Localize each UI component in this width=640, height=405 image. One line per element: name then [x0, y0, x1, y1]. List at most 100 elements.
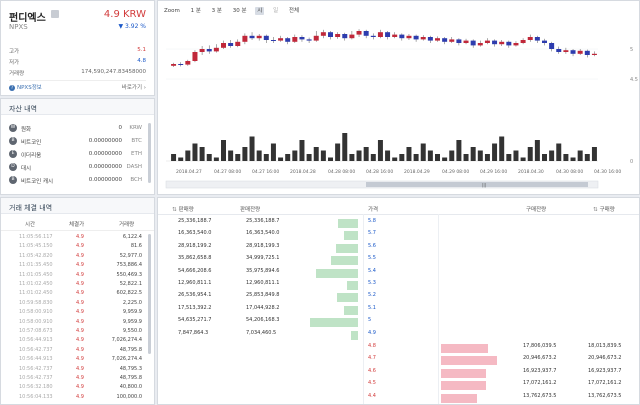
ask-row[interactable]: 26,536,954.1 25,853,849.8 5.2 [158, 292, 639, 304]
trade-qty: 550,469.3 [116, 271, 142, 278]
volume-bar [463, 154, 469, 161]
volume-bar [413, 154, 419, 161]
candle-body [506, 41, 512, 46]
trade-row: 11:01:02.450 4.9 602,822.5 [5, 290, 142, 300]
volume-bar [278, 157, 284, 161]
ask-depth-bar [351, 330, 358, 340]
ask-row[interactable]: 12,960,811.1 12,960,811.1 5.3 [158, 280, 639, 292]
volume-bar [221, 140, 226, 161]
ask-depth-bar [347, 281, 358, 290]
trade-qty: 9,959.9 [122, 309, 142, 316]
x-tick-label: 2018.04.29 [404, 169, 430, 175]
y-tick-label: 5 [630, 47, 633, 53]
candle-body [249, 35, 255, 39]
candle-body [242, 35, 248, 42]
assets-scrollbar[interactable] [148, 123, 151, 183]
ask-price: 5.6 [368, 242, 376, 249]
ask-price: 5.2 [368, 292, 376, 299]
ask-row[interactable]: 7,847,864.3 7,034,460.5 4.9 [158, 330, 639, 342]
candle-body [356, 31, 362, 35]
ask-remain: 25,336,188.7 [246, 218, 280, 224]
asset-amount: 0 [118, 125, 123, 131]
candle-body [306, 39, 312, 41]
volume-bar [520, 157, 526, 161]
trades-scrollbar[interactable] [148, 234, 151, 354]
y-tick-label: 0 [630, 159, 633, 165]
candle-body [577, 50, 583, 54]
coin-icon: W [9, 124, 17, 132]
trade-price: 4.9 [76, 384, 84, 391]
trade-row: 11:01:05.450 4.9 550,469.3 [5, 272, 142, 282]
bid-price: 4.8 [368, 343, 376, 349]
coin-price: 4.9 KRW [103, 9, 146, 20]
volume-bar [577, 150, 583, 161]
trade-time: 10:56:44.913 [19, 337, 53, 344]
volume-bar [270, 143, 276, 161]
volume-bar [499, 136, 505, 161]
candle-body [335, 34, 341, 37]
ask-remain: 16,363,540.0 [246, 230, 280, 237]
ask-depth-bar [331, 256, 358, 266]
ask-row[interactable]: 35,862,658.8 34,999,725.1 5.5 [158, 255, 639, 267]
ask-qty: 16,363,540.0 [178, 230, 212, 237]
sort-icon[interactable]: ⇅ [593, 207, 598, 213]
volume-bar [328, 157, 333, 161]
x-tick-label: 04.30 16:00 [594, 169, 621, 175]
shortcut-link[interactable]: 바로가기 › [122, 83, 146, 91]
ask-price: 4.9 [368, 329, 376, 336]
trade-history-panel: 거래 체결 내역 시간 체결가 거래량 11:05:56.117 4.9 6,122… [0, 197, 155, 405]
chart-scroll-thumb[interactable] [366, 182, 588, 187]
ask-row[interactable]: 28,918,199.2 28,918,199.3 5.6 [158, 243, 639, 255]
bid-row[interactable]: 4.4 13,762,673.5 13,762,673.5 [158, 392, 639, 404]
bid-row[interactable]: 4.6 16,923,937.7 16,923,937.7 [158, 368, 639, 380]
ask-row[interactable]: 25,336,188.7 25,336,188.7 5.8 [158, 218, 639, 230]
low-value: 4.8 [137, 58, 146, 64]
trade-qty: 6,122.4 [122, 234, 142, 240]
asset-unit: ETH [131, 151, 142, 157]
candle-body [549, 43, 555, 49]
x-tick-label: 2018.04.30 [518, 169, 544, 175]
candle-body [228, 43, 234, 46]
exchange-screen: 펀디엑스 NPXS 4.9 KRW ▼ 3.92 % 고가 5.1 저가 4.8… [0, 0, 640, 405]
bid-row[interactable]: 4.5 17,072,161.2 17,072,161.2 [158, 380, 639, 392]
candle-body [342, 34, 348, 39]
favorite-icon[interactable] [51, 10, 59, 18]
volume-bar [392, 157, 398, 161]
ask-remain: 35,975,894.6 [246, 267, 280, 274]
coin-info-link[interactable]: ? NPXS정보 [9, 83, 42, 91]
bid-row[interactable]: 4.8 17,806,039.5 18,013,839.5 [158, 343, 639, 355]
candlestick-chart[interactable]: 5 4.5 0 2018.04.27 04.27 08:00 04.27 16:00 201… [158, 1, 640, 196]
bid-depth-bar [441, 393, 477, 403]
trade-time: 11:01:05.450 [19, 271, 53, 278]
trade-time: 10:56:42.737 [19, 346, 53, 353]
ask-price: 5.1 [368, 304, 376, 311]
candle-body [278, 38, 284, 41]
ask-depth-bar [338, 219, 358, 228]
ask-row[interactable]: 17,513,392.2 17,044,928.2 5.1 [158, 305, 639, 317]
bid-qty: 16,923,937.7 [588, 367, 622, 374]
bid-qty: 13,762,673.5 [588, 392, 622, 399]
candle-body [513, 43, 519, 46]
volume-bar [456, 140, 462, 161]
ask-row[interactable]: 54,635,271.7 54,206,168.3 5 [158, 317, 639, 329]
bid-row[interactable]: 4.7 20,946,673.2 20,946,673.2 [158, 355, 639, 367]
volume-bar [342, 133, 348, 161]
col-time-header: 시간 [25, 222, 36, 228]
ask-row[interactable]: 54,666,208.6 35,975,894.6 5.4 [158, 268, 639, 280]
trade-row: 10:56:44.913 4.9 7,026,274.4 [5, 356, 142, 366]
ask-depth-bar [337, 293, 358, 303]
trade-price: 4.9 [76, 393, 84, 400]
ask-row[interactable]: 16,363,540.0 16,363,540.0 5.7 [158, 230, 639, 242]
asset-row: W 원화 0 KRW [9, 123, 142, 135]
trade-time: 10:59:58.830 [19, 299, 53, 306]
candle-body [171, 64, 177, 66]
volume-bar [435, 154, 440, 161]
volume-bar [591, 147, 597, 161]
ask-depth-bar [336, 243, 358, 253]
volume-bar [242, 147, 248, 161]
ask-price: 5.7 [368, 230, 376, 237]
ask-qty: 17,513,392.2 [178, 304, 212, 311]
candle-body [370, 35, 376, 37]
volume-bar [370, 154, 376, 161]
sort-icon[interactable]: ⇅ [172, 207, 177, 213]
